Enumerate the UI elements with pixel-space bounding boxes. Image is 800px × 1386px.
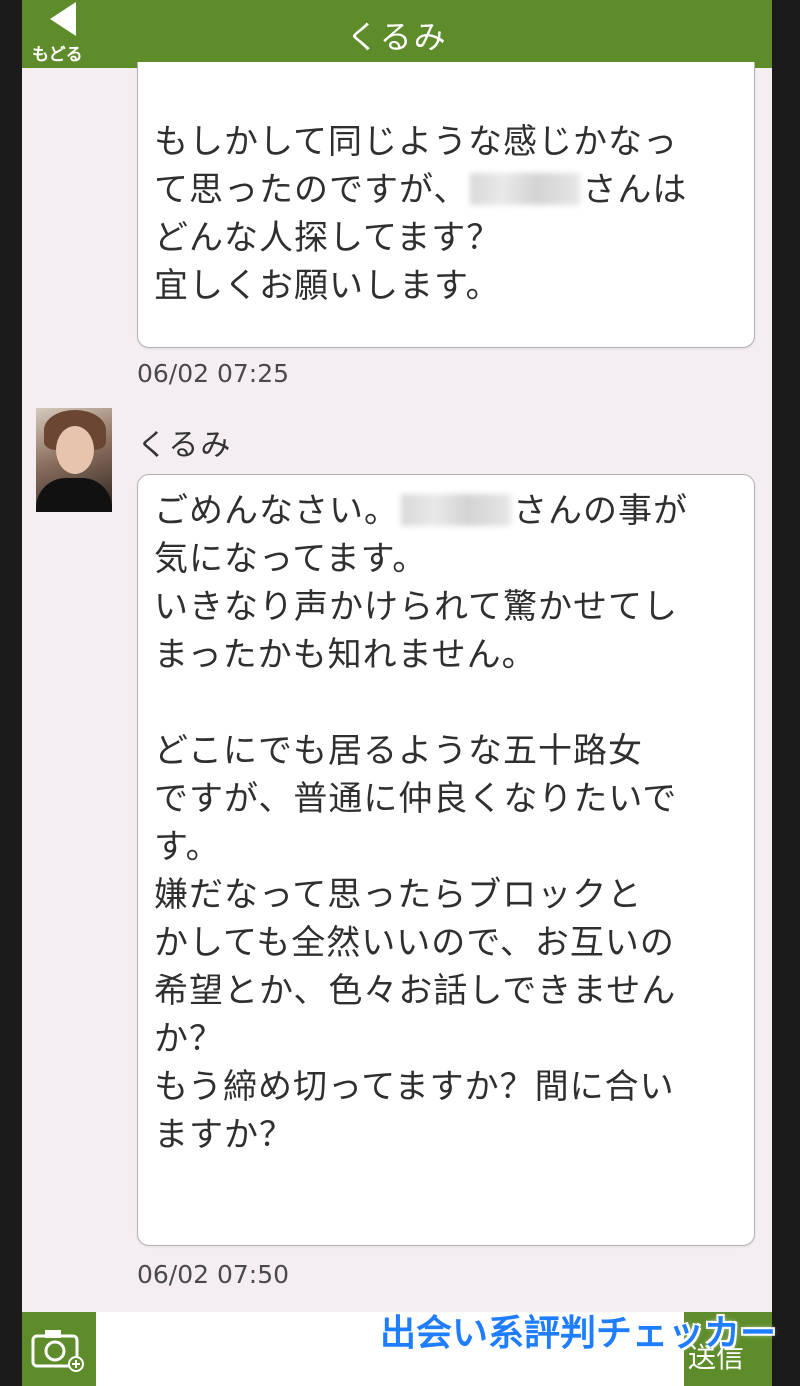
message-line: もう締め切ってますか？間に合い [154,1067,675,1107]
message-timestamp: 06/02 07:50 [137,1260,290,1289]
message-line: て思ったのですが、 さんは [154,166,738,214]
message-line: どんな人探してます？ [154,218,502,258]
message-line: もしかして同じような感じかなっ [154,122,678,162]
message-text: さんの事が [513,491,688,531]
message-line: ごめんなさい。 さんの事が [154,487,738,535]
message-line: ますか？ [154,1115,294,1155]
message-text: て思ったのですが、 [154,170,469,210]
message-bubble: ごめんなさい。 さんの事が 気になってます。 いきなり声かけられて驚かせてし まっ… [137,474,755,1246]
message-line: ですが、普通に仲良くなりたいで [154,779,678,819]
message-line: 嫌だなって思ったらブロックと [154,875,643,915]
chat-partner-title: くるみ [346,18,448,56]
message-line: 気になってます。 [154,539,428,579]
avatar[interactable] [36,408,112,512]
message-line: どこにでも居るような五十路女 [154,731,643,771]
message-text: さんは [582,170,688,210]
watermark-text: 出会い系評判チェッカー [380,1313,777,1354]
redacted-name [401,494,511,526]
sender-name: くるみ [137,428,233,463]
message-line: か？ [154,1019,224,1059]
message-line: かしても全然いいので、お互いの [154,923,675,963]
message-bubble: もしかして同じような感じかなっ て思ったのですが、 さんは どんな人探してます？ … [137,62,755,348]
message-line: す。 [154,827,221,867]
message-line: 希望とか、色々お話しできません [154,971,677,1011]
redacted-name [470,173,581,205]
message-line: 宜しくお願いします。 [154,266,501,306]
header-bar: もどる くるみ [22,0,772,68]
message-text: ごめんなさい。 [154,491,399,531]
camera-icon [31,1330,84,1372]
camera-button[interactable] [30,1324,86,1374]
message-line: いきなり声かけられて驚かせてし [154,587,678,627]
message-line: まったかも知れません。 [154,635,537,675]
message-timestamp: 06/02 07:25 [137,359,290,388]
chat-screen: もどる くるみ もしかして同じような感じかなっ て思ったのですが、 さんは どんな… [22,0,772,1386]
